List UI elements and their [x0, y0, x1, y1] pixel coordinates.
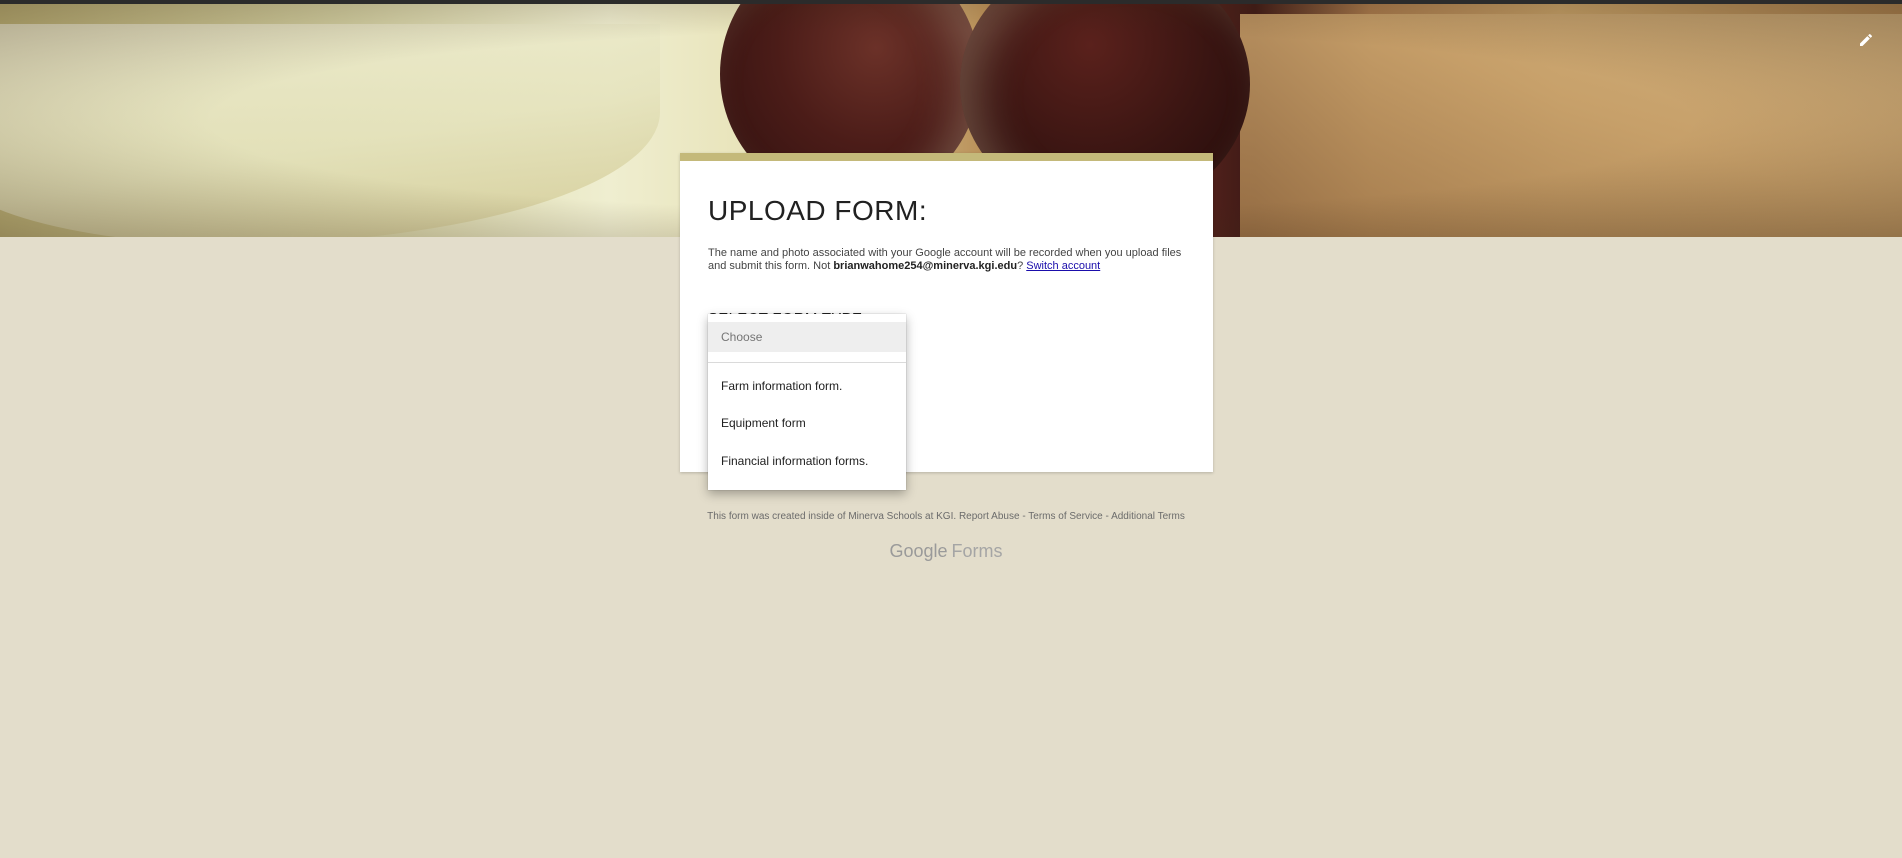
google-forms-logo[interactable]: Google Forms: [0, 541, 1892, 562]
terms-of-service-link[interactable]: Terms of Service: [1028, 511, 1102, 522]
dropdown-option-placeholder[interactable]: Choose: [708, 322, 906, 352]
brand-google: Google: [889, 541, 948, 561]
switch-account-link[interactable]: Switch account: [1026, 260, 1100, 272]
account-notice: The name and photo associated with your …: [708, 247, 1188, 273]
account-email: brianwahome254@minerva.kgi.edu: [833, 260, 1018, 272]
edit-button[interactable]: [1852, 26, 1880, 54]
dropdown-option-equipment[interactable]: Equipment form: [708, 408, 906, 438]
dropdown-option-farm[interactable]: Farm information form.: [708, 371, 906, 401]
dropdown-option-financial[interactable]: Financial information forms.: [708, 446, 906, 476]
footer-text: This form was created inside of Minerva …: [0, 511, 1892, 522]
pencil-icon: [1860, 33, 1873, 46]
report-abuse-link[interactable]: Report Abuse: [959, 511, 1020, 522]
footer-sep-1: -: [1019, 511, 1029, 522]
additional-terms-link[interactable]: Additional Terms: [1111, 511, 1185, 522]
brand-forms: Forms: [951, 541, 1003, 561]
form-type-dropdown[interactable]: Choose Farm information form. Equipment …: [708, 314, 906, 490]
dropdown-divider: [708, 362, 906, 363]
form-title: UPLOAD FORM:: [708, 195, 928, 226]
footer-created-text: This form was created inside of Minerva …: [707, 511, 957, 522]
footer-sep-2: -: [1102, 511, 1112, 522]
notice-suffix: ?: [1017, 260, 1027, 272]
